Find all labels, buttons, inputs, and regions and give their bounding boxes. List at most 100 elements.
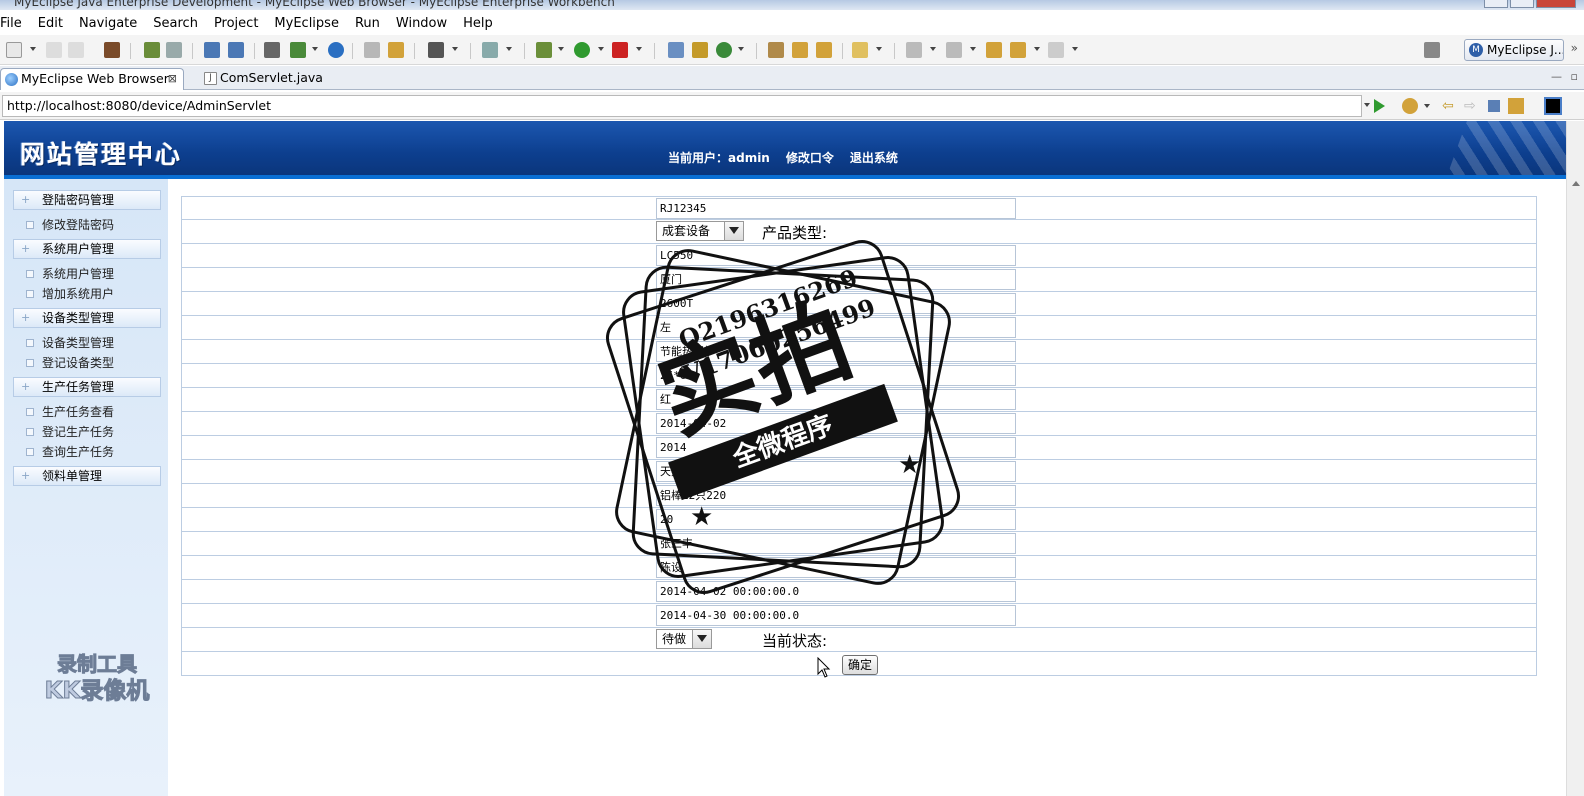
maximize-button[interactable] [1510,0,1534,8]
field-input[interactable]: 2014-04-30 00:00:00.0 [656,605,1016,626]
sidebar-group[interactable]: + 系统用户管理 [13,239,161,259]
tab-comservlet[interactable]: J ComServlet.java [200,68,340,90]
menu-edit[interactable]: Edit [30,16,71,31]
url-input[interactable]: http://localhost:8080/device/AdminServle… [2,95,1362,117]
search-icon[interactable] [228,42,244,58]
print-icon[interactable] [68,42,84,58]
chevron-down-icon[interactable] [970,47,976,51]
forward-icon[interactable] [1048,42,1064,58]
sidebar-group[interactable]: + 生产任务管理 [13,377,161,397]
favorites-icon[interactable] [1402,98,1418,114]
pencil-icon[interactable] [792,42,808,58]
refresh-icon[interactable] [1508,98,1524,114]
logout-link[interactable]: 退出系统 [850,149,898,166]
folder-icon[interactable] [852,42,868,58]
perspective-switcher[interactable]: M MyEclipse J... [1464,39,1564,61]
back-icon[interactable] [1010,42,1026,58]
sidebar-item[interactable]: 设备类型管理 [25,334,165,352]
menu-myeclipse[interactable]: MyEclipse [266,16,347,31]
chevron-down-icon[interactable] [452,47,458,51]
go-icon[interactable] [1374,99,1385,113]
chevron-down-icon[interactable] [692,630,711,648]
minimize-button[interactable] [1484,0,1508,8]
close-window-button[interactable] [1536,0,1576,8]
tab-web-browser[interactable]: MyEclipse Web Browser ⊠ [0,68,184,90]
sidebar-group[interactable]: + 领料单管理 [13,466,161,486]
chevron-down-icon[interactable] [738,47,744,51]
scroll-up-icon[interactable] [1572,181,1580,186]
new-project-icon[interactable] [668,42,684,58]
browser-option-icon[interactable] [1544,97,1562,115]
package-icon[interactable] [104,42,120,58]
run-icon[interactable] [574,42,590,58]
external-tools-icon[interactable] [612,42,628,58]
open-perspective-icon[interactable] [1424,42,1440,58]
menu-run[interactable]: Run [347,16,388,31]
export-icon[interactable] [290,42,306,58]
confirm-button[interactable]: 确定 [842,655,879,675]
sidebar-group-label: 生产任务管理 [42,380,115,394]
sidebar-item[interactable]: 系统用户管理 [25,265,165,283]
menu-navigate[interactable]: Navigate [71,16,145,31]
task-icon[interactable] [816,42,832,58]
chevron-down-icon[interactable] [636,47,642,51]
chevron-down-icon[interactable] [30,47,36,51]
back-icon[interactable]: ⇦ [1442,98,1458,114]
debug-icon[interactable] [536,42,552,58]
chevron-down-icon[interactable] [930,47,936,51]
chevron-down-icon[interactable] [506,47,512,51]
change-password-link[interactable]: 修改口令 [786,149,834,166]
new-icon[interactable] [6,42,22,58]
new-wizard-icon[interactable] [482,42,498,58]
sidebar-item[interactable]: 增加系统用户 [25,285,165,303]
url-history-dropdown-icon[interactable] [1364,103,1370,107]
globe-icon[interactable] [328,42,344,58]
camera-icon[interactable] [428,42,444,58]
field-select[interactable]: 待做 [656,629,712,649]
sidebar-group[interactable]: + 登陆密码管理 [13,190,161,210]
edit-icon[interactable] [204,42,220,58]
select-value: 待做 [662,632,687,646]
chevron-down-icon[interactable] [598,47,604,51]
bullet-icon [26,270,34,278]
menu-file[interactable]: File [0,16,30,31]
chevron-down-icon[interactable] [876,47,882,51]
minimize-view-icon[interactable]: — [1551,70,1562,83]
sidebar-group[interactable]: + 设备类型管理 [13,308,161,328]
server-icon[interactable] [166,42,182,58]
forward-icon[interactable]: ⇨ [1464,98,1480,114]
new-package-icon[interactable] [692,42,708,58]
new-class-icon[interactable] [716,42,732,58]
open-folder-icon[interactable] [768,42,784,58]
chevron-down-icon[interactable] [1034,47,1040,51]
toolbar-overflow-icon[interactable]: » [1571,41,1578,55]
chevron-down-icon[interactable] [1072,47,1078,51]
open-type-icon[interactable] [364,42,380,58]
vertical-scrollbar[interactable] [1566,121,1584,796]
refresh-icon[interactable] [388,42,404,58]
chevron-down-icon[interactable] [1424,104,1430,108]
close-tab-icon[interactable]: ⊠ [168,69,177,89]
deploy-icon[interactable] [264,42,280,58]
sidebar-item[interactable]: 修改登陆密码 [25,216,165,234]
chevron-down-icon[interactable] [312,47,318,51]
sidebar-item[interactable]: 登记生产任务 [25,423,165,441]
prev-annotation-icon[interactable] [946,42,962,58]
menu-project[interactable]: Project [206,16,266,31]
stop-icon[interactable] [1488,100,1500,112]
chevron-down-icon[interactable] [558,47,564,51]
menu-search[interactable]: Search [145,16,206,31]
next-annotation-icon[interactable] [906,42,922,58]
build-icon[interactable] [144,42,160,58]
tab-label: MyEclipse Web Browser [21,71,169,86]
myeclipse-icon: M [1469,43,1483,57]
menu-window[interactable]: Window [388,16,455,31]
save-icon[interactable] [46,42,62,58]
last-edit-icon[interactable] [986,42,1002,58]
sidebar-item[interactable]: 查询生产任务 [25,443,165,461]
field-input[interactable]: RJ12345 [656,198,1016,219]
sidebar-item[interactable]: 生产任务查看 [25,403,165,421]
maximize-view-icon[interactable]: ▫ [1571,70,1578,83]
menu-help[interactable]: Help [455,16,501,31]
sidebar-item[interactable]: 登记设备类型 [25,354,165,372]
